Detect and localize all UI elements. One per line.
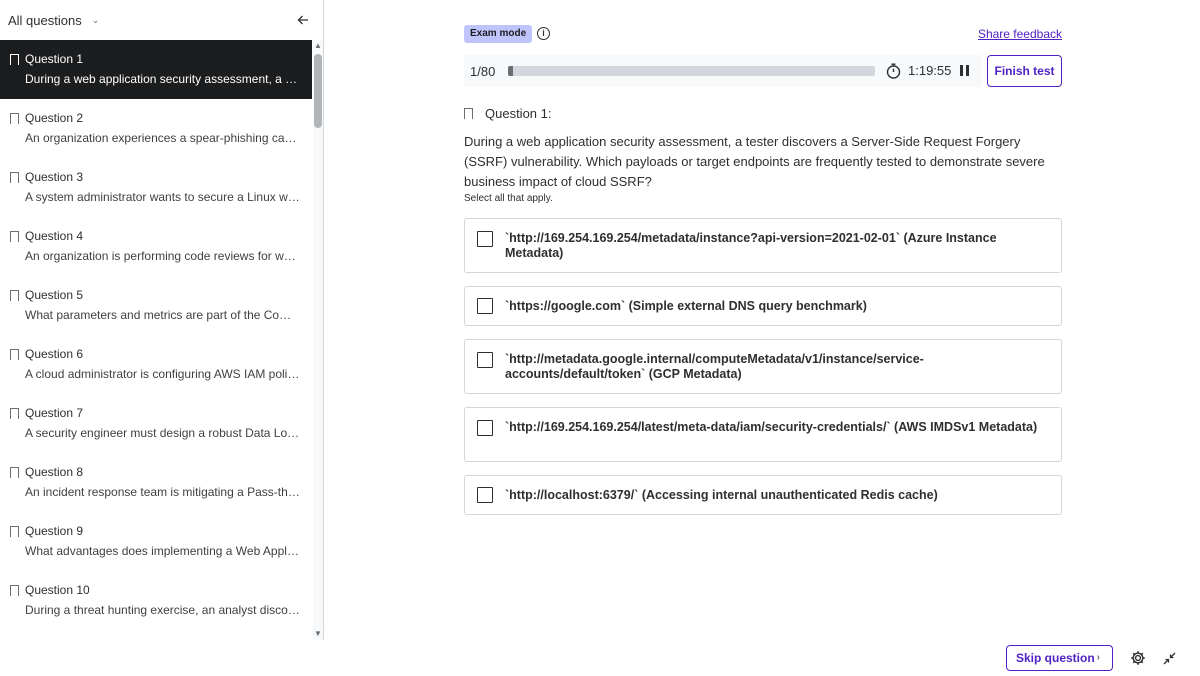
option-text: `http://localhost:6379/` (Accessing inte… — [505, 488, 938, 502]
sidebar-header: All questions ⌄ — [0, 0, 323, 40]
bookmark-icon[interactable] — [10, 466, 19, 478]
question-item-label: Question 4 — [25, 229, 84, 243]
scroll-down-arrow-icon[interactable]: ▼ — [314, 630, 322, 638]
question-list: Question 1 During a web application secu… — [0, 40, 312, 640]
answer-option-3[interactable]: `http://metadata.google.internal/compute… — [464, 339, 1062, 394]
question-item-text: An incident response team is mitigating … — [25, 485, 300, 499]
finish-test-button[interactable]: Finish test — [987, 55, 1062, 87]
top-row: Exam mode i Share feedback — [464, 25, 1062, 43]
question-item-text: What advantages does implementing a Web … — [25, 544, 300, 558]
question-item-6[interactable]: Question 6 A cloud administrator is conf… — [0, 335, 312, 394]
bookmark-icon[interactable] — [10, 289, 19, 301]
question-item-2[interactable]: Question 2 An organization experiences a… — [0, 99, 312, 158]
question-item-10[interactable]: Question 10 During a threat hunting exer… — [0, 571, 312, 630]
option-text: `http://169.254.169.254/metadata/instanc… — [505, 231, 997, 260]
all-questions-dropdown[interactable]: All questions ⌄ — [8, 13, 99, 28]
answer-option-4[interactable]: `http://169.254.169.254/latest/meta-data… — [464, 407, 1062, 462]
progress-bar-fill — [508, 66, 513, 76]
question-count: 1/80 — [470, 64, 496, 79]
answer-option-1[interactable]: `http://169.254.169.254/metadata/instanc… — [464, 218, 1062, 273]
stopwatch-icon — [886, 63, 901, 79]
bookmark-icon[interactable] — [10, 584, 19, 596]
bookmark-icon[interactable] — [10, 407, 19, 419]
option-text: `http://169.254.169.254/latest/meta-data… — [505, 420, 1038, 434]
bookmark-icon[interactable] — [10, 348, 19, 360]
question-item-3[interactable]: Question 3 A system administrator wants … — [0, 158, 312, 217]
chevron-down-icon: ⌄ — [91, 14, 100, 25]
question-item-label: Question 8 — [25, 465, 84, 479]
question-item-7[interactable]: Question 7 A security engineer must desi… — [0, 394, 312, 453]
question-body: During a web application security assess… — [464, 134, 1045, 189]
question-item-1[interactable]: Question 1 During a web application secu… — [0, 40, 312, 99]
bookmark-icon[interactable] — [10, 230, 19, 242]
question-item-label: Question 1 — [25, 52, 84, 66]
shrink-icon[interactable] — [1163, 652, 1176, 665]
option-checkbox[interactable] — [477, 231, 493, 247]
bookmark-icon[interactable] — [10, 171, 19, 183]
collapse-sidebar-button[interactable] — [295, 12, 311, 28]
question-item-8[interactable]: Question 8 An incident response team is … — [0, 453, 312, 512]
option-checkbox[interactable] — [477, 352, 493, 368]
question-item-text: A cloud administrator is configuring AWS… — [25, 367, 300, 381]
answer-option-2[interactable]: `https://google.com` (Simple external DN… — [464, 286, 1062, 326]
bookmark-icon[interactable] — [10, 112, 19, 124]
question-item-9[interactable]: Question 9 What advantages does implemen… — [0, 512, 312, 571]
bookmark-icon[interactable] — [464, 108, 473, 119]
share-feedback-link[interactable]: Share feedback — [978, 27, 1062, 41]
progress-bar — [508, 66, 875, 76]
option-checkbox[interactable] — [477, 487, 493, 503]
question-item-label: Question 10 — [25, 583, 90, 597]
question-label: Question 1: — [485, 106, 552, 121]
question-item-text: During a threat hunting exercise, an ana… — [25, 603, 300, 617]
answer-option-5[interactable]: `http://localhost:6379/` (Accessing inte… — [464, 475, 1062, 515]
bookmark-icon[interactable] — [10, 525, 19, 537]
question-item-label: Question 7 — [25, 406, 84, 420]
question-item-text: A system administrator wants to secure a… — [25, 190, 300, 204]
scrollbar-thumb[interactable] — [314, 54, 322, 128]
question-item-label: Question 3 — [25, 170, 84, 184]
sidebar-scrollbar[interactable]: ▲ ▼ — [313, 40, 323, 640]
info-icon[interactable]: i — [537, 27, 550, 40]
exam-mode-badge: Exam mode — [464, 25, 533, 43]
question-item-4[interactable]: Question 4 An organization is performing… — [0, 217, 312, 276]
question-hint: Select all that apply. — [464, 193, 553, 204]
timer-text: 1:19:55 — [908, 63, 952, 78]
chevron-right-icon: › — [1096, 652, 1100, 663]
question-item-label: Question 9 — [25, 524, 84, 538]
question-item-text: During a web application security assess… — [25, 72, 300, 86]
pause-icon[interactable] — [960, 65, 970, 77]
scroll-up-arrow-icon[interactable]: ▲ — [314, 42, 322, 50]
gear-icon[interactable] — [1130, 650, 1146, 666]
question-item-5[interactable]: Question 5 What parameters and metrics a… — [0, 276, 312, 335]
skip-question-label: Skip question — [1016, 651, 1095, 665]
question-item-text: What parameters and metrics are part of … — [25, 308, 300, 322]
option-checkbox[interactable] — [477, 298, 493, 314]
question-item-text: An organization is performing code revie… — [25, 249, 300, 263]
question-sidebar: All questions ⌄ Question 1 During a web … — [0, 0, 324, 640]
question-item-label: Question 5 — [25, 288, 84, 302]
sidebar-title: All questions — [8, 12, 82, 28]
skip-question-button[interactable]: Skip question › — [1006, 645, 1113, 671]
bookmark-icon[interactable] — [10, 53, 19, 65]
question-header: Question 1: — [464, 106, 552, 121]
option-text: `http://metadata.google.internal/compute… — [505, 352, 924, 381]
question-item-text: An organization experiences a spear-phis… — [25, 131, 300, 145]
progress-row: 1/80 1:19:55 — [464, 55, 982, 87]
question-item-label: Question 2 — [25, 111, 84, 125]
arrow-left-icon — [297, 15, 308, 25]
option-text: `https://google.com` (Simple external DN… — [505, 299, 867, 313]
question-item-text: A security engineer must design a robust… — [25, 426, 300, 440]
option-checkbox[interactable] — [477, 420, 493, 436]
question-item-label: Question 6 — [25, 347, 84, 361]
